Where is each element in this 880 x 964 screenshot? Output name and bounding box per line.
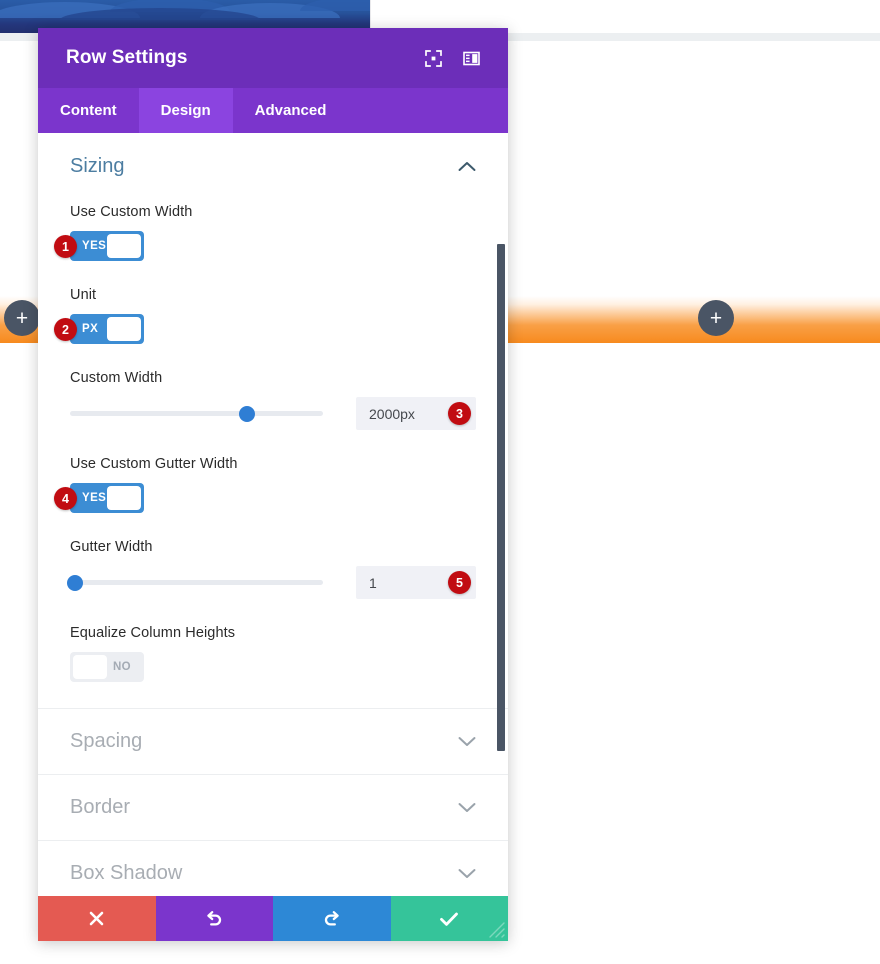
toggle-knob [107, 317, 141, 341]
tab-advanced[interactable]: Advanced [233, 88, 349, 133]
layout-panel-icon[interactable] [456, 43, 486, 73]
chevron-down-icon [458, 868, 476, 879]
field-use-custom-gutter-width: Use Custom Gutter Width 4 YES [38, 456, 508, 513]
toggle-use-custom-width[interactable]: YES [70, 231, 144, 261]
undo-icon [205, 909, 224, 928]
save-button[interactable] [390, 896, 508, 941]
field-label: Unit [70, 287, 97, 303]
tab-content[interactable]: Content [38, 88, 139, 133]
field-label: Use Custom Gutter Width [70, 456, 238, 472]
tab-design[interactable]: Design [138, 88, 233, 133]
callout-badge-5: 5 [448, 571, 471, 594]
toggle-value: NO [112, 661, 131, 673]
section-sizing-title: Sizing [70, 155, 125, 177]
slider-handle[interactable] [67, 574, 84, 591]
field-gutter-width: Gutter Width 1 5 [38, 539, 508, 599]
callout-badge-4: 4 [54, 487, 77, 510]
modal-title: Row Settings [66, 47, 188, 68]
section-sizing-header[interactable]: Sizing [70, 155, 476, 178]
section-sizing: Sizing [38, 133, 508, 178]
add-section-button-right[interactable]: + [698, 300, 734, 336]
redo-icon [322, 909, 341, 928]
close-icon [88, 910, 105, 927]
toggle-value: YES [82, 492, 107, 504]
toggle-knob [107, 486, 141, 510]
section-spacing[interactable]: Spacing [38, 709, 508, 775]
section-border[interactable]: Border [38, 775, 508, 841]
field-label: Equalize Column Heights [70, 625, 236, 641]
section-border-title: Border [70, 796, 131, 818]
chevron-down-icon [458, 736, 476, 747]
slider-track [70, 580, 323, 585]
panel-scrollbar[interactable] [497, 244, 505, 751]
gutter-width-slider[interactable] [67, 573, 323, 593]
field-use-custom-width: Use Custom Width 1 YES [38, 204, 508, 261]
gutter-width-slider-row: 1 5 [67, 566, 476, 599]
toggle-knob [107, 234, 141, 258]
callout-badge-2: 2 [54, 318, 77, 341]
section-spacing-title: Spacing [70, 730, 143, 752]
callout-badge-3: 3 [448, 402, 471, 425]
checkmark-icon [439, 911, 459, 927]
undo-button[interactable] [155, 896, 273, 941]
slider-track [70, 411, 323, 416]
section-box-shadow-title: Box Shadow [70, 862, 183, 884]
cancel-button[interactable] [38, 896, 156, 941]
toggle-use-custom-gutter-width[interactable]: YES [70, 483, 144, 513]
field-label: Use Custom Width [70, 204, 193, 220]
field-unit: Unit 2 PX [38, 287, 508, 344]
field-label: Custom Width [70, 370, 163, 386]
toggle-knob [73, 655, 107, 679]
toggle-equalize-column-heights[interactable]: NO [70, 652, 144, 682]
custom-width-slider-row: 2000px 3 [70, 397, 476, 430]
row-settings-modal: Row Settings Content Design Advanced Siz… [38, 28, 508, 941]
add-section-button-left[interactable]: + [4, 300, 40, 336]
page-root: + + Row Settings Content Design Advanced… [0, 0, 880, 964]
modal-header: Row Settings [38, 28, 508, 88]
toggle-value: YES [82, 240, 107, 252]
section-box-shadow[interactable]: Box Shadow [38, 841, 508, 896]
expand-view-icon[interactable] [418, 43, 448, 73]
hero-wave-shape [300, 0, 370, 11]
field-custom-width: Custom Width 2000px 3 [38, 370, 508, 430]
chevron-up-icon [458, 161, 476, 172]
callout-badge-1: 1 [54, 235, 77, 258]
settings-panel: Sizing Use Custom Width 1 YES Unit 2 PX … [38, 133, 508, 896]
field-label: Gutter Width [70, 539, 153, 555]
redo-button[interactable] [273, 896, 391, 941]
slider-handle[interactable] [239, 405, 256, 422]
custom-width-slider[interactable] [70, 404, 323, 424]
chevron-down-icon [458, 802, 476, 813]
toggle-unit[interactable]: PX [70, 314, 144, 344]
toggle-value: PX [82, 323, 99, 335]
modal-tabs: Content Design Advanced [38, 88, 508, 133]
field-equalize-column-heights: Equalize Column Heights NO [38, 625, 508, 682]
modal-footer [38, 896, 508, 941]
